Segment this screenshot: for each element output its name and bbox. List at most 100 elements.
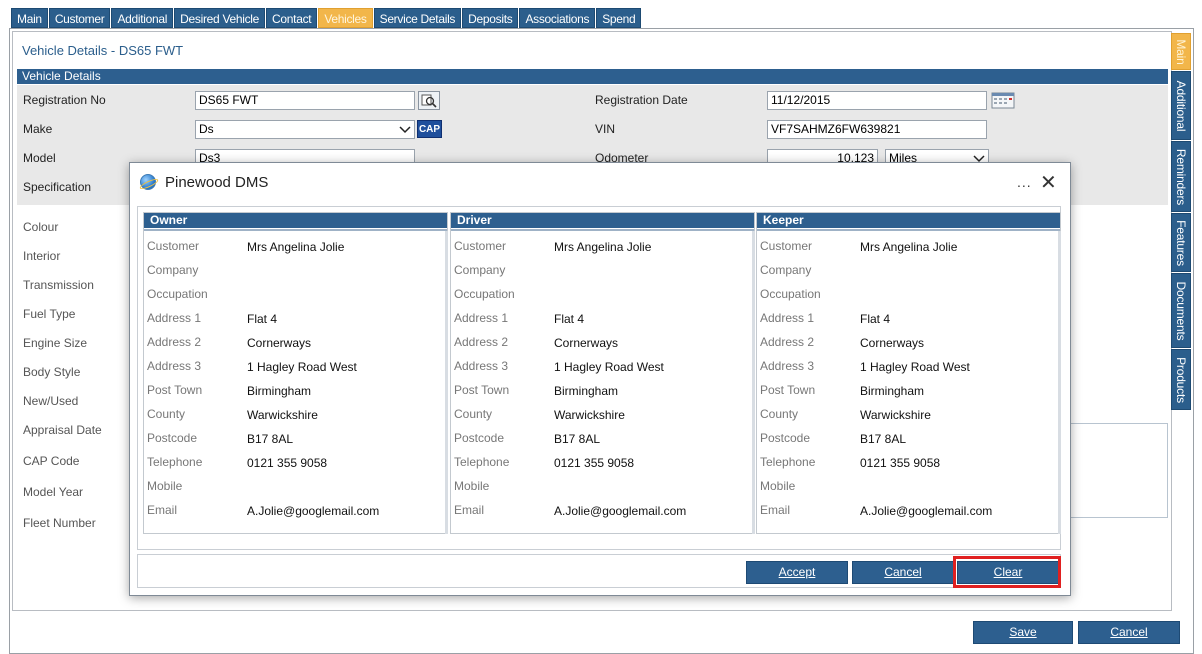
tab-customer[interactable]: Customer: [48, 8, 111, 28]
tab-service-details[interactable]: Service Details: [373, 8, 462, 28]
detail-row-address-1: Address 1 Flat 4: [144, 311, 447, 335]
registration-date-label: Registration Date: [595, 93, 688, 107]
customer-value: Mrs Angelina Jolie: [247, 240, 345, 254]
company-label: Company: [147, 263, 199, 277]
detail-row-address-1: Address 1 Flat 4: [757, 311, 1060, 335]
detail-row-post-town: Post Town Birmingham: [757, 383, 1060, 407]
email-value: A.Jolie@googlemail.com: [554, 504, 687, 518]
mobile-label: Mobile: [454, 479, 490, 493]
customer-label: Customer: [147, 239, 200, 253]
tab-main[interactable]: Main: [11, 8, 48, 28]
section-header: Vehicle Details: [17, 69, 1168, 84]
accept-button[interactable]: Accept: [746, 561, 848, 584]
registration-no-label: Registration No: [23, 93, 106, 107]
detail-row-company: Company: [144, 263, 447, 287]
column-header: Owner: [144, 213, 447, 228]
fleet-number-label: Fleet Number: [23, 516, 96, 530]
notes-box: [1068, 423, 1168, 518]
company-label: Company: [454, 263, 506, 277]
tab-associations[interactable]: Associations: [519, 8, 596, 28]
fuel-type-label: Fuel Type: [23, 307, 76, 321]
side-tab-reminders[interactable]: Reminders: [1171, 141, 1191, 212]
tab-contact[interactable]: Contact: [266, 8, 318, 28]
mobile-label: Mobile: [147, 479, 183, 493]
dialog-title: Pinewood DMS: [165, 174, 269, 191]
county-label: County: [760, 407, 799, 421]
close-icon[interactable]: ✕: [1040, 170, 1057, 195]
county-label: County: [147, 407, 186, 421]
address-2-label: Address 2: [760, 335, 815, 349]
tab-additional[interactable]: Additional: [111, 8, 174, 28]
header-underline: [451, 229, 754, 231]
company-label: Company: [760, 263, 812, 277]
detail-row-email: Email A.Jolie@googlemail.com: [757, 503, 1060, 527]
registration-no-field[interactable]: DS65 FWT: [195, 91, 415, 110]
mobile-label: Mobile: [760, 479, 796, 493]
detail-row-occupation: Occupation: [757, 287, 1060, 311]
email-label: Email: [760, 503, 791, 517]
detail-row-postcode: Postcode B17 8AL: [451, 431, 754, 455]
telephone-value: 0121 355 9058: [860, 456, 941, 470]
lookup-button[interactable]: [418, 91, 440, 110]
address-2-value: Cornerways: [247, 336, 312, 350]
detail-row-address-3: Address 3 1 Hagley Road West: [144, 359, 447, 383]
tab-vehicles[interactable]: Vehicles: [318, 8, 373, 28]
new-used-label: New/Used: [23, 394, 79, 408]
engine-size-label: Engine Size: [23, 336, 88, 350]
cancel-button[interactable]: Cancel: [1078, 621, 1180, 644]
side-tab-products[interactable]: Products: [1171, 349, 1191, 410]
address-3-value: 1 Hagley Road West: [554, 360, 664, 374]
colour-label: Colour: [23, 220, 59, 234]
detail-row-email: Email A.Jolie@googlemail.com: [451, 503, 754, 527]
save-button[interactable]: Save: [973, 621, 1073, 644]
address-1-label: Address 1: [760, 311, 815, 325]
tab-spend[interactable]: Spend: [596, 8, 642, 28]
pinewood-dialog: Pinewood DMS ... ✕ Owner Customer Mrs Ange…: [129, 162, 1071, 596]
detail-row-company: Company: [451, 263, 754, 287]
header-underline: [144, 229, 447, 231]
detail-row-telephone: Telephone 0121 355 9058: [451, 455, 754, 479]
calendar-icon[interactable]: [991, 92, 1015, 109]
dialog-cancel-button[interactable]: Cancel: [852, 561, 954, 584]
customer-value: Mrs Angelina Jolie: [860, 240, 958, 254]
side-tab-features[interactable]: Features: [1171, 213, 1191, 272]
make-select[interactable]: Ds: [195, 120, 415, 139]
specification-label: Specification: [23, 180, 92, 194]
address-2-label: Address 2: [147, 335, 202, 349]
detail-row-customer: Customer Mrs Angelina Jolie: [451, 239, 754, 263]
telephone-value: 0121 355 9058: [247, 456, 328, 470]
dialog-footer: Accept Cancel Clear: [137, 554, 1061, 588]
telephone-label: Telephone: [454, 455, 510, 469]
cap-button[interactable]: CAP: [417, 120, 442, 138]
address-3-value: 1 Hagley Road West: [247, 360, 357, 374]
address-1-label: Address 1: [454, 311, 509, 325]
more-options-icon[interactable]: ...: [1017, 174, 1032, 190]
occupation-label: Occupation: [147, 287, 208, 301]
side-tab-main[interactable]: Main: [1171, 33, 1191, 70]
body-style-label: Body Style: [23, 365, 81, 379]
detail-row-county: County Warwickshire: [757, 407, 1060, 431]
side-tab-documents[interactable]: Documents: [1171, 273, 1191, 348]
post-town-label: Post Town: [147, 383, 203, 397]
detail-row-customer: Customer Mrs Angelina Jolie: [757, 239, 1060, 263]
column-header: Driver: [451, 213, 754, 228]
chevron-down-icon: [399, 121, 411, 138]
model-label: Model: [23, 151, 56, 165]
detail-row-county: County Warwickshire: [451, 407, 754, 431]
vin-label: VIN: [595, 122, 616, 136]
detail-row-county: County Warwickshire: [144, 407, 447, 431]
postcode-label: Postcode: [454, 431, 505, 445]
vin-field[interactable]: VF7SAHMZ6FW639821: [767, 120, 987, 139]
registration-date-field[interactable]: 11/12/2015: [767, 91, 987, 110]
detail-row-email: Email A.Jolie@googlemail.com: [144, 503, 447, 527]
address-1-value: Flat 4: [860, 312, 891, 326]
detail-row-mobile: Mobile: [757, 479, 1060, 503]
tab-deposits[interactable]: Deposits: [462, 8, 519, 28]
county-value: Warwickshire: [247, 408, 318, 422]
tab-desired-vehicle[interactable]: Desired Vehicle: [174, 8, 266, 28]
model-year-label: Model Year: [23, 485, 84, 499]
detail-row-address-3: Address 3 1 Hagley Road West: [451, 359, 754, 383]
driver-column: Driver Customer Mrs Angelina Jolie Company O…: [450, 212, 755, 534]
address-3-label: Address 3: [760, 359, 815, 373]
side-tab-additional[interactable]: Additional: [1171, 71, 1191, 140]
